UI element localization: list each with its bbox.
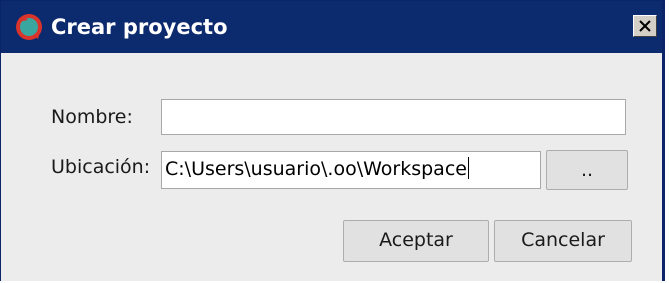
name-label: Nombre:	[51, 106, 133, 128]
title-bar[interactable]: Crear proyecto	[1, 1, 662, 53]
dialog-title: Crear proyecto	[51, 15, 228, 39]
browse-button[interactable]: ..	[546, 150, 628, 190]
text-caret	[467, 157, 469, 179]
app-icon	[16, 14, 42, 40]
location-field[interactable]: C:\Users\usuario\.oo\Workspace	[161, 151, 541, 189]
create-project-dialog: Crear proyecto Nombre: Ubicación: C:\Use…	[0, 0, 665, 281]
location-label: Ubicación:	[51, 156, 151, 178]
close-icon	[639, 20, 651, 32]
cancel-button[interactable]: Cancelar	[494, 220, 632, 262]
accept-button[interactable]: Aceptar	[343, 220, 489, 262]
name-field[interactable]	[161, 99, 626, 135]
close-button[interactable]	[633, 15, 657, 37]
location-value: C:\Users\usuario\.oo\Workspace	[165, 158, 467, 180]
